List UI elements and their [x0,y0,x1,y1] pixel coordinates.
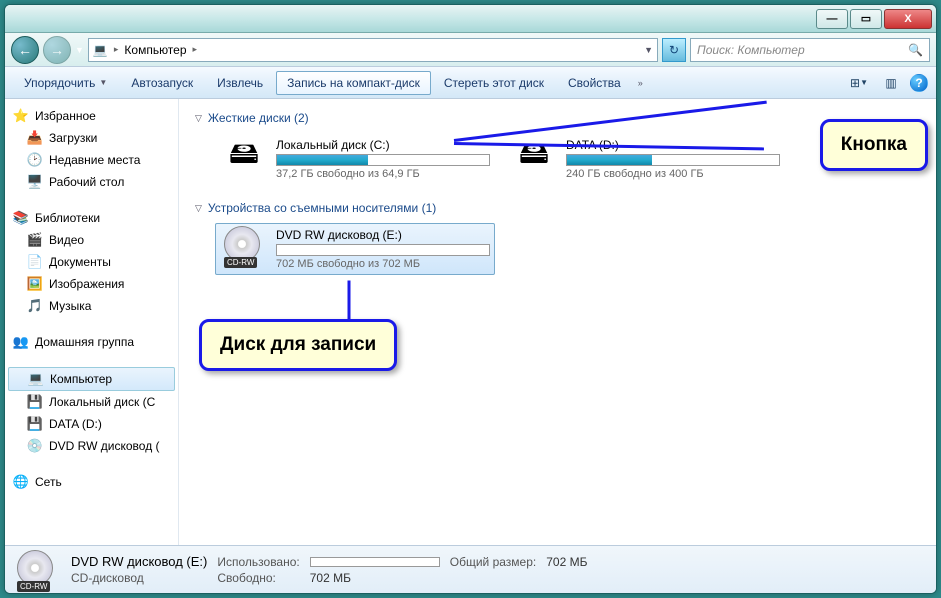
navigation-bar: ← → ▼ 💻 ▸ Компьютер ▸ ▼ ↻ Поиск: Компьют… [5,33,936,67]
drive-icon: 💾 [27,394,43,410]
sidebar-local-disk-c[interactable]: 💾Локальный диск (C [5,391,178,413]
drive-usage-bar [276,244,490,256]
star-icon: ⭐ [13,108,29,124]
breadcrumb-computer[interactable]: Компьютер [124,43,186,57]
desktop-icon: 🖥️ [27,174,43,190]
status-disc-icon: CD-RW [15,550,59,590]
sidebar-documents[interactable]: 📄Документы [5,251,178,273]
callout-disc: Диск для записи [199,319,397,371]
hard-drive-icon: 🖴 [220,138,268,174]
section-removable[interactable]: ▽Устройства со съемными носителями (1) [195,197,920,219]
sidebar-dvd-rw[interactable]: 💿DVD RW дисковод ( [5,435,178,457]
properties-button[interactable]: Свойства [557,71,632,95]
downloads-icon: 📥 [27,130,43,146]
history-dropdown-icon[interactable]: ▼ [75,45,84,55]
document-icon: 📄 [27,254,43,270]
sidebar-desktop[interactable]: 🖥️Рабочий стол [5,171,178,193]
sidebar-downloads[interactable]: 📥Загрузки [5,127,178,149]
search-input[interactable]: Поиск: Компьютер 🔍 [690,38,930,62]
refresh-button[interactable]: ↻ [662,38,686,62]
minimize-button[interactable]: — [816,9,848,29]
forward-button[interactable]: → [43,36,71,64]
search-icon: 🔍 [908,43,923,57]
drive-usage-bar [566,154,780,166]
homegroup-icon: 👥 [13,334,29,350]
toolbar-overflow-icon[interactable]: » [638,78,643,88]
status-free-value: 702 МБ [310,571,440,585]
preview-pane-button[interactable]: ▥ [878,72,904,94]
sidebar-music[interactable]: 🎵Музыка [5,295,178,317]
toolbar: Упорядочить▼ Автозапуск Извлечь Запись н… [5,67,936,99]
collapse-icon: ▽ [195,203,202,214]
status-type: CD-дисковод [71,571,207,585]
breadcrumb-sep-icon: ▸ [114,44,119,55]
drive-dvd-rw-e[interactable]: CD-RW DVD RW дисковод (E:) 702 МБ свобод… [215,223,495,275]
status-title: DVD RW дисковод (E:) [71,554,207,569]
status-used-label: Использовано: [217,555,299,569]
collapse-icon: ▽ [195,113,202,124]
drive-free-text: 702 МБ свободно из 702 МБ [276,258,490,270]
network-icon: 🌐 [13,474,29,490]
drive-name: DVD RW дисковод (E:) [276,228,490,242]
sidebar-videos[interactable]: 🎬Видео [5,229,178,251]
status-total-value: 702 МБ [546,555,587,569]
help-button[interactable]: ? [910,74,928,92]
sidebar-libraries[interactable]: 📚Библиотеки [5,207,178,229]
sidebar-data-d[interactable]: 💾DATA (D:) [5,413,178,435]
explorer-window: — ▭ X ← → ▼ 💻 ▸ Компьютер ▸ ▼ ↻ Поиск: К… [4,4,937,594]
drive-free-text: 240 ГБ свободно из 400 ГБ [566,168,780,180]
content-pane[interactable]: ▽Жесткие диски (2) 🖴 Локальный диск (C:)… [179,99,936,545]
drive-icon: 💾 [27,416,43,432]
drive-local-c[interactable]: 🖴 Локальный диск (C:) 37,2 ГБ свободно и… [215,133,495,185]
burn-disc-button[interactable]: Запись на компакт-диск [276,71,431,95]
view-mode-button[interactable]: ⊞ ▼ [846,72,872,94]
drive-free-text: 37,2 ГБ свободно из 64,9 ГБ [276,168,490,180]
close-button[interactable]: X [884,9,932,29]
sidebar-computer[interactable]: 💻Компьютер [8,367,175,391]
erase-disc-button[interactable]: Стереть этот диск [433,71,555,95]
eject-button[interactable]: Извлечь [206,71,274,95]
libraries-icon: 📚 [13,210,29,226]
sidebar-homegroup[interactable]: 👥Домашняя группа [5,331,178,353]
breadcrumb-sep-icon: ▸ [193,44,198,55]
video-icon: 🎬 [27,232,43,248]
navigation-sidebar: ⭐Избранное 📥Загрузки 🕑Недавние места 🖥️Р… [5,99,179,545]
status-total-label: Общий размер: [450,555,536,569]
search-placeholder: Поиск: Компьютер [697,43,805,57]
organize-button[interactable]: Упорядочить▼ [13,71,118,95]
sidebar-favorites[interactable]: ⭐Избранное [5,105,178,127]
cd-rw-badge: CD-RW [224,257,257,268]
disc-icon: 💿 [27,438,43,454]
computer-icon: 💻 [93,43,108,57]
sidebar-pictures[interactable]: 🖼️Изображения [5,273,178,295]
disc-drive-icon: CD-RW [220,228,268,264]
music-icon: 🎵 [27,298,43,314]
back-button[interactable]: ← [11,36,39,64]
drive-usage-bar [276,154,490,166]
maximize-button[interactable]: ▭ [850,9,882,29]
address-dropdown-icon[interactable]: ▼ [644,45,653,55]
chevron-down-icon: ▼ [99,78,107,87]
titlebar[interactable]: — ▭ X [5,5,936,33]
computer-icon: 💻 [28,371,44,387]
status-free-label: Свободно: [217,571,299,585]
sidebar-recent[interactable]: 🕑Недавние места [5,149,178,171]
autoplay-button[interactable]: Автозапуск [120,71,204,95]
status-usage-bar [310,557,440,567]
sidebar-network[interactable]: 🌐Сеть [5,471,178,493]
callout-button: Кнопка [820,119,928,171]
picture-icon: 🖼️ [27,276,43,292]
cd-rw-badge: CD-RW [17,581,50,592]
status-bar: CD-RW DVD RW дисковод (E:) Использовано:… [5,545,936,593]
address-bar[interactable]: 💻 ▸ Компьютер ▸ ▼ [88,38,658,62]
recent-icon: 🕑 [27,152,43,168]
drive-data-d[interactable]: 🖴 DATA (D:) 240 ГБ свободно из 400 ГБ [505,133,785,185]
